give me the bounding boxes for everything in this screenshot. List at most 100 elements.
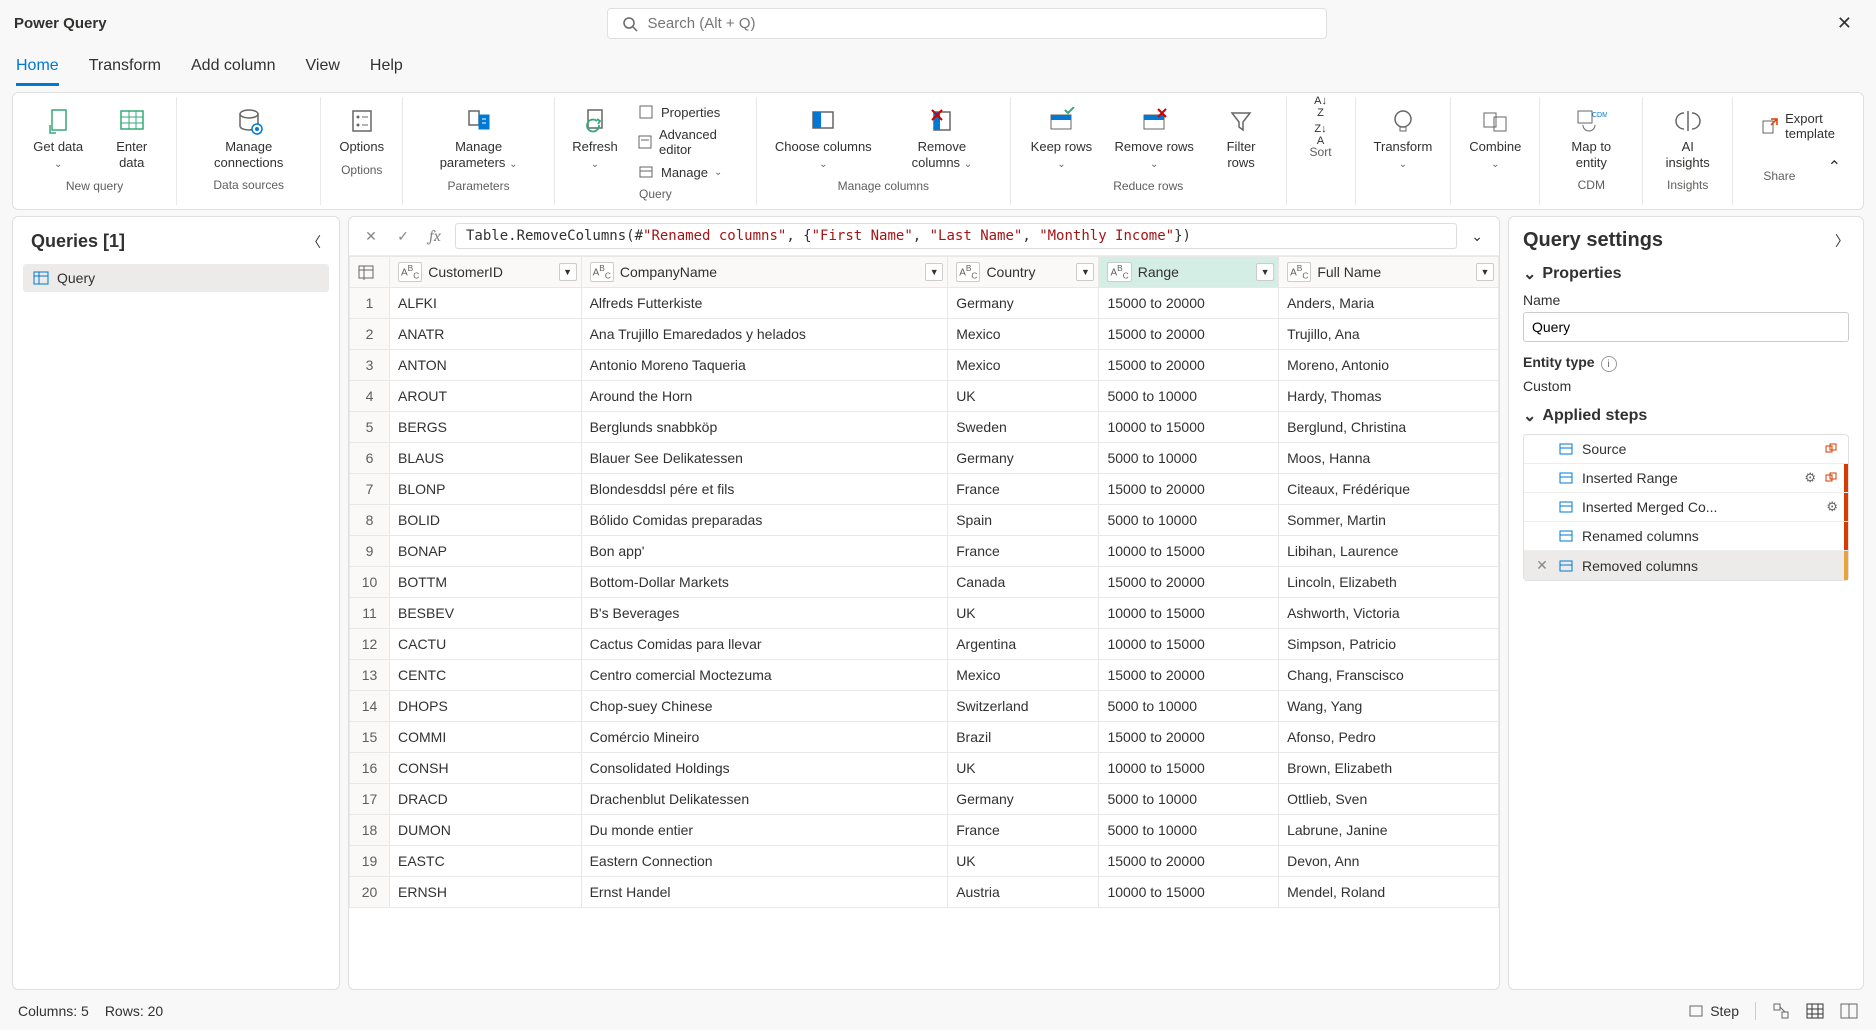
applied-step[interactable]: Inserted Range⚙ [1524,464,1848,493]
gear-icon[interactable]: ⚙ [1804,470,1816,486]
cell[interactable]: ERNSH [390,877,582,908]
row-number[interactable]: 14 [350,691,390,722]
row-number[interactable]: 5 [350,412,390,443]
cell[interactable]: Du monde entier [581,815,948,846]
formula-input[interactable]: Table.RemoveColumns(#"Renamed columns", … [455,223,1457,249]
cell[interactable]: Eastern Connection [581,846,948,877]
cell[interactable]: Berglund, Christina [1279,412,1499,443]
cell[interactable]: 10000 to 15000 [1099,753,1279,784]
table-row[interactable]: 8BOLIDBólido Comidas preparadasSpain5000… [350,505,1499,536]
cell[interactable]: Sweden [948,412,1099,443]
sort-button[interactable]: A↓Z Z↓A [1297,101,1345,141]
cell[interactable]: Devon, Ann [1279,846,1499,877]
cell[interactable]: 5000 to 10000 [1099,815,1279,846]
cell[interactable]: Bon app' [581,536,948,567]
filter-dropdown-button[interactable]: ▼ [1476,263,1494,281]
filter-dropdown-button[interactable]: ▼ [925,263,943,281]
cell[interactable]: Ottlieb, Sven [1279,784,1499,815]
cancel-formula-button[interactable]: ✕ [359,224,383,248]
cell[interactable]: Moreno, Antonio [1279,350,1499,381]
table-row[interactable]: 13CENTCCentro comercial MoctezumaMexico1… [350,660,1499,691]
cell[interactable]: BERGS [390,412,582,443]
cell[interactable]: 10000 to 15000 [1099,629,1279,660]
cell[interactable]: Mexico [948,350,1099,381]
cell[interactable]: Mendel, Roland [1279,877,1499,908]
cell[interactable]: UK [948,381,1099,412]
cell[interactable]: Bottom-Dollar Markets [581,567,948,598]
cell[interactable]: CENTC [390,660,582,691]
cell[interactable]: 10000 to 15000 [1099,536,1279,567]
row-number[interactable]: 10 [350,567,390,598]
applied-step[interactable]: Source [1524,435,1848,464]
cell[interactable]: France [948,536,1099,567]
cell[interactable]: Germany [948,784,1099,815]
cell[interactable]: 15000 to 20000 [1099,288,1279,319]
cell[interactable]: DUMON [390,815,582,846]
cell[interactable]: Comércio Mineiro [581,722,948,753]
choose-columns-button[interactable]: Choose columns ⌄ [767,101,880,175]
cell[interactable]: BOLID [390,505,582,536]
cell[interactable]: CACTU [390,629,582,660]
table-row[interactable]: 11BESBEVB's BeveragesUK10000 to 15000Ash… [350,598,1499,629]
ai-insights-button[interactable]: AI insights [1653,101,1722,174]
column-header[interactable]: ABCCompanyName▼ [581,257,948,288]
cell[interactable]: 10000 to 15000 [1099,412,1279,443]
remove-columns-button[interactable]: Remove columns ⌄ [884,101,1000,175]
cell[interactable]: Around the Horn [581,381,948,412]
table-row[interactable]: 16CONSHConsolidated HoldingsUK10000 to 1… [350,753,1499,784]
cell[interactable]: BONAP [390,536,582,567]
cell[interactable]: Drachenblut Delikatessen [581,784,948,815]
cell[interactable]: Argentina [948,629,1099,660]
table-row[interactable]: 19EASTCEastern ConnectionUK15000 to 2000… [350,846,1499,877]
cell[interactable]: CONSH [390,753,582,784]
row-number[interactable]: 4 [350,381,390,412]
cell[interactable]: BOTTM [390,567,582,598]
cell[interactable]: Chop-suey Chinese [581,691,948,722]
cell[interactable]: Antonio Moreno Taqueria [581,350,948,381]
column-header[interactable]: ABCCountry▼ [948,257,1099,288]
cell[interactable]: Moos, Hanna [1279,443,1499,474]
cell[interactable]: Brown, Elizabeth [1279,753,1499,784]
cell[interactable]: Mexico [948,319,1099,350]
cell[interactable]: 5000 to 10000 [1099,443,1279,474]
filter-dropdown-button[interactable]: ▼ [1076,263,1094,281]
filter-dropdown-button[interactable]: ▼ [1256,263,1274,281]
menu-help[interactable]: Help [370,57,403,86]
row-number[interactable]: 3 [350,350,390,381]
table-row[interactable]: 20ERNSHErnst HandelAustria10000 to 15000… [350,877,1499,908]
applied-steps-section[interactable]: ⌄ Applied steps [1523,406,1849,426]
cell[interactable]: Hardy, Thomas [1279,381,1499,412]
table-row[interactable]: 5BERGSBerglunds snabbköpSweden10000 to 1… [350,412,1499,443]
cell[interactable]: BLONP [390,474,582,505]
step-button[interactable]: Step [1688,1003,1739,1019]
cell[interactable]: 5000 to 10000 [1099,784,1279,815]
row-number[interactable]: 9 [350,536,390,567]
row-number[interactable]: 8 [350,505,390,536]
table-row[interactable]: 1ALFKIAlfreds FutterkisteGermany15000 to… [350,288,1499,319]
keep-rows-button[interactable]: Keep rows ⌄ [1021,101,1102,175]
cell[interactable]: BLAUS [390,443,582,474]
filter-dropdown-button[interactable]: ▼ [559,263,577,281]
cell[interactable]: Trujillo, Ana [1279,319,1499,350]
combine-button[interactable]: Combine⌄ [1461,101,1529,175]
cell[interactable]: France [948,815,1099,846]
expand-formula-button[interactable]: ⌄ [1465,228,1489,245]
cell[interactable]: Ana Trujillo Emaredados y helados [581,319,948,350]
cell[interactable]: Lincoln, Elizabeth [1279,567,1499,598]
cell[interactable]: Libihan, Laurence [1279,536,1499,567]
cell[interactable]: 15000 to 20000 [1099,660,1279,691]
link-icon[interactable] [1824,442,1838,456]
manage-connections-button[interactable]: Manage connections [187,101,310,174]
remove-rows-button[interactable]: Remove rows ⌄ [1106,101,1203,175]
applied-step[interactable]: Renamed columns [1524,522,1848,551]
cell[interactable]: Labrune, Janine [1279,815,1499,846]
corner-cell[interactable] [350,257,390,288]
cell[interactable]: ANTON [390,350,582,381]
cell[interactable]: Austria [948,877,1099,908]
info-icon[interactable]: i [1601,356,1617,372]
cell[interactable]: Wang, Yang [1279,691,1499,722]
table-row[interactable]: 14DHOPSChop-suey ChineseSwitzerland5000 … [350,691,1499,722]
row-number[interactable]: 13 [350,660,390,691]
cell[interactable]: Berglunds snabbköp [581,412,948,443]
row-number[interactable]: 15 [350,722,390,753]
